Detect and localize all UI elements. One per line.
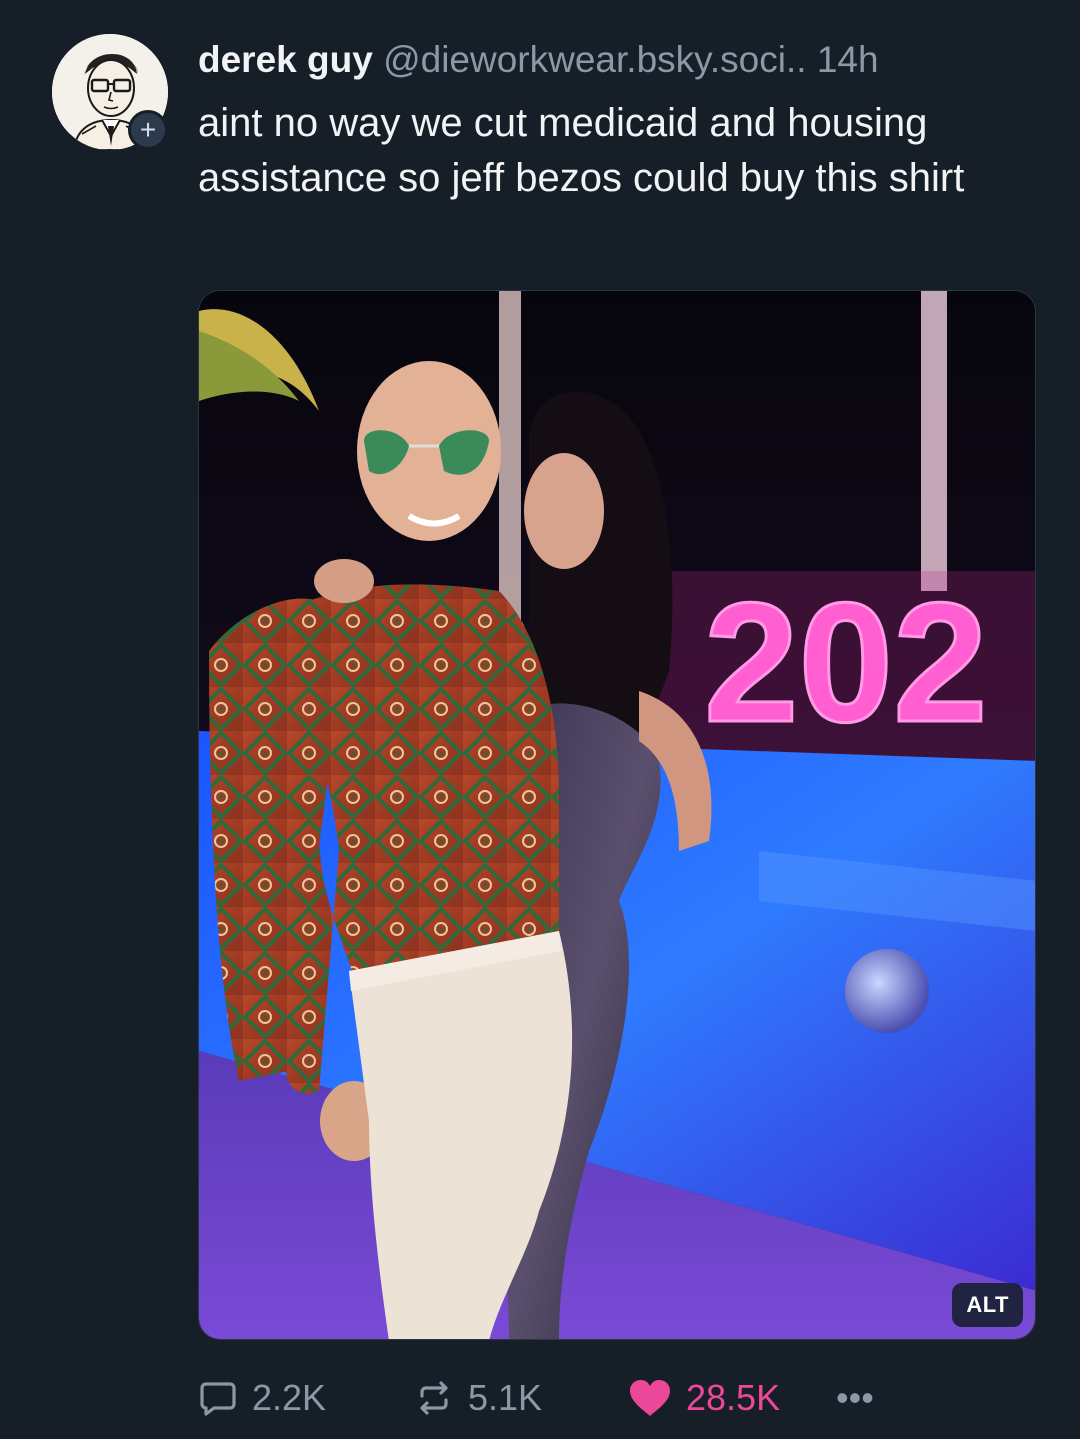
like-button[interactable]: 28.5K: [628, 1370, 780, 1426]
display-name[interactable]: derek guy: [198, 39, 373, 80]
plus-icon: +: [139, 114, 157, 145]
post-image[interactable]: 202 ALT: [198, 290, 1036, 1340]
ellipsis-icon: •••: [836, 1377, 874, 1418]
more-options-button[interactable]: •••: [836, 1370, 874, 1426]
party-photo-image: 202: [199, 291, 1035, 1339]
speech-bubble-icon: [198, 1378, 238, 1418]
alt-text-button[interactable]: ALT: [952, 1283, 1023, 1327]
post-time[interactable]: 14h: [817, 39, 879, 80]
reply-count: 2.2K: [252, 1377, 327, 1418]
post-header: derek guy @dieworkwear.bsky.soci.. 14h: [198, 38, 1058, 82]
repost-count: 5.1K: [468, 1377, 543, 1418]
user-handle[interactable]: @dieworkwear.bsky.soci..: [383, 39, 806, 80]
disco-ball: [845, 949, 929, 1033]
post-text: aint no way we cut medicaid and housing …: [198, 101, 965, 200]
action-bar: 2.2K 5.1K 28.5K •••: [198, 1370, 1018, 1426]
repost-button[interactable]: 5.1K: [414, 1370, 542, 1426]
reply-button[interactable]: 2.2K: [198, 1370, 326, 1426]
post: + derek guy @dieworkwear.bsky.soci.. 14h…: [0, 0, 1080, 1439]
heart-icon: [628, 1378, 672, 1418]
new-year-sign: 202: [703, 567, 990, 760]
repost-arrows-icon: [414, 1378, 454, 1418]
like-count: 28.5K: [686, 1377, 781, 1418]
follow-button[interactable]: +: [128, 110, 168, 150]
sign-text: 202: [704, 568, 988, 758]
